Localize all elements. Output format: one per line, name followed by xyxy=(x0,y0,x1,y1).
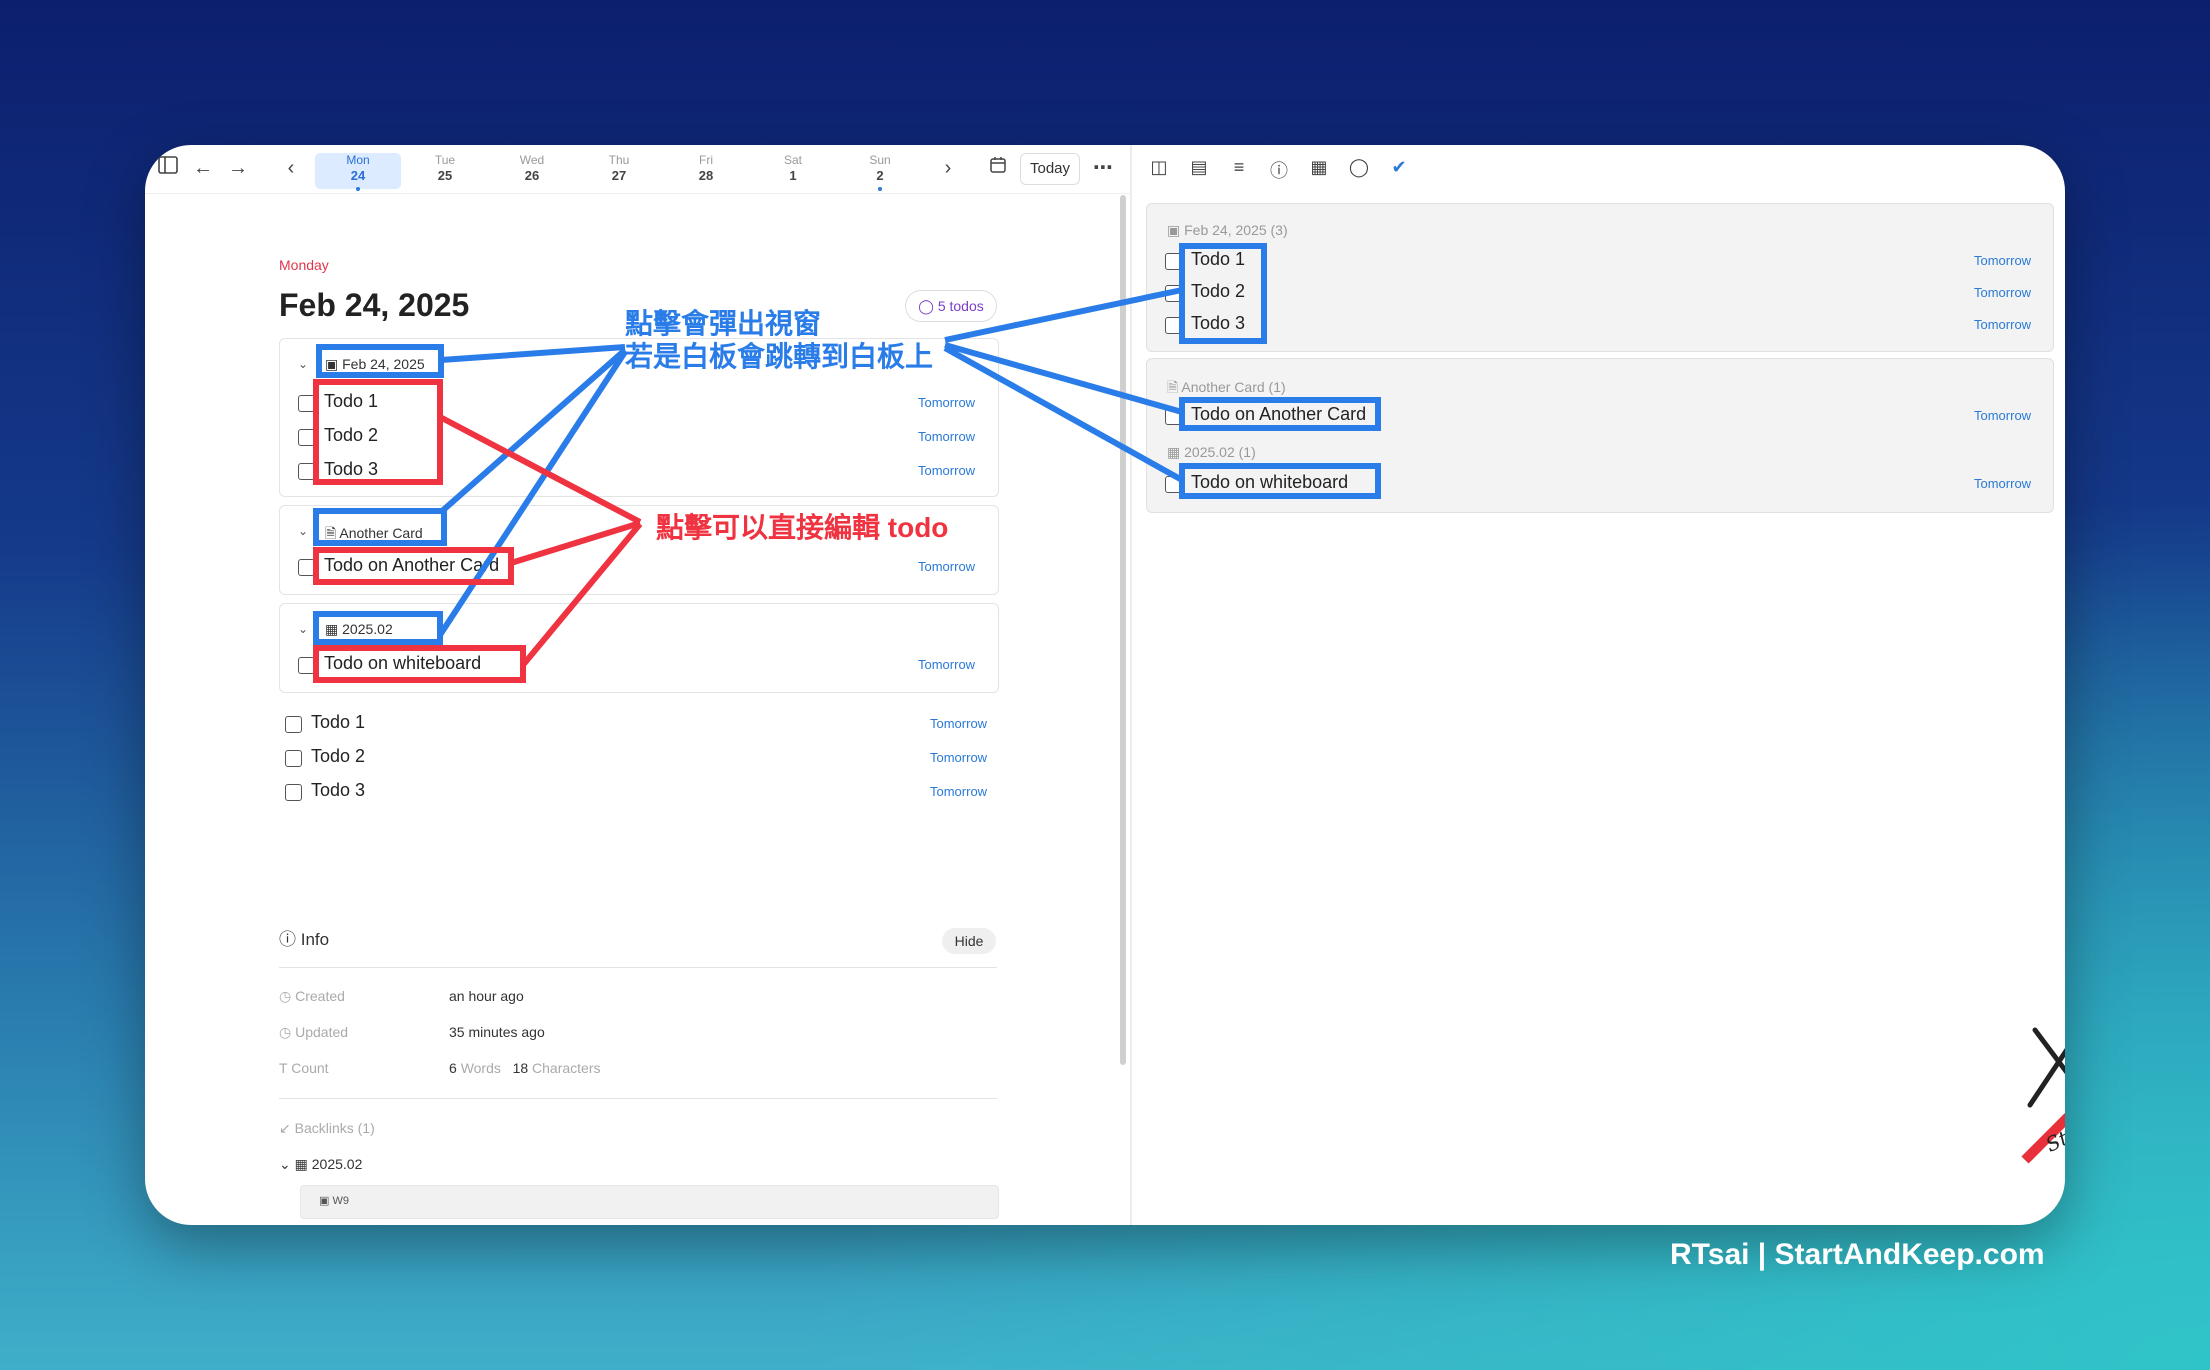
annotation-box-red xyxy=(313,379,443,485)
annotation-box-red xyxy=(313,645,526,683)
annotation-box-blue xyxy=(1179,463,1381,499)
annotation-box-blue xyxy=(316,344,444,378)
annotation-box-blue xyxy=(313,611,443,645)
annotation-text-red: 點擊可以直接編輯 todo xyxy=(656,512,949,543)
footer-credit: RTsai | StartAndKeep.com xyxy=(1670,1238,2045,1271)
annotation-overlay xyxy=(313,243,1381,683)
annotation-box-blue xyxy=(313,508,447,546)
annotation-box-blue xyxy=(1179,397,1381,431)
annotation-text-blue: 若是白板會跳轉到白板上 xyxy=(625,341,934,372)
annotation-box-blue xyxy=(1179,243,1267,344)
